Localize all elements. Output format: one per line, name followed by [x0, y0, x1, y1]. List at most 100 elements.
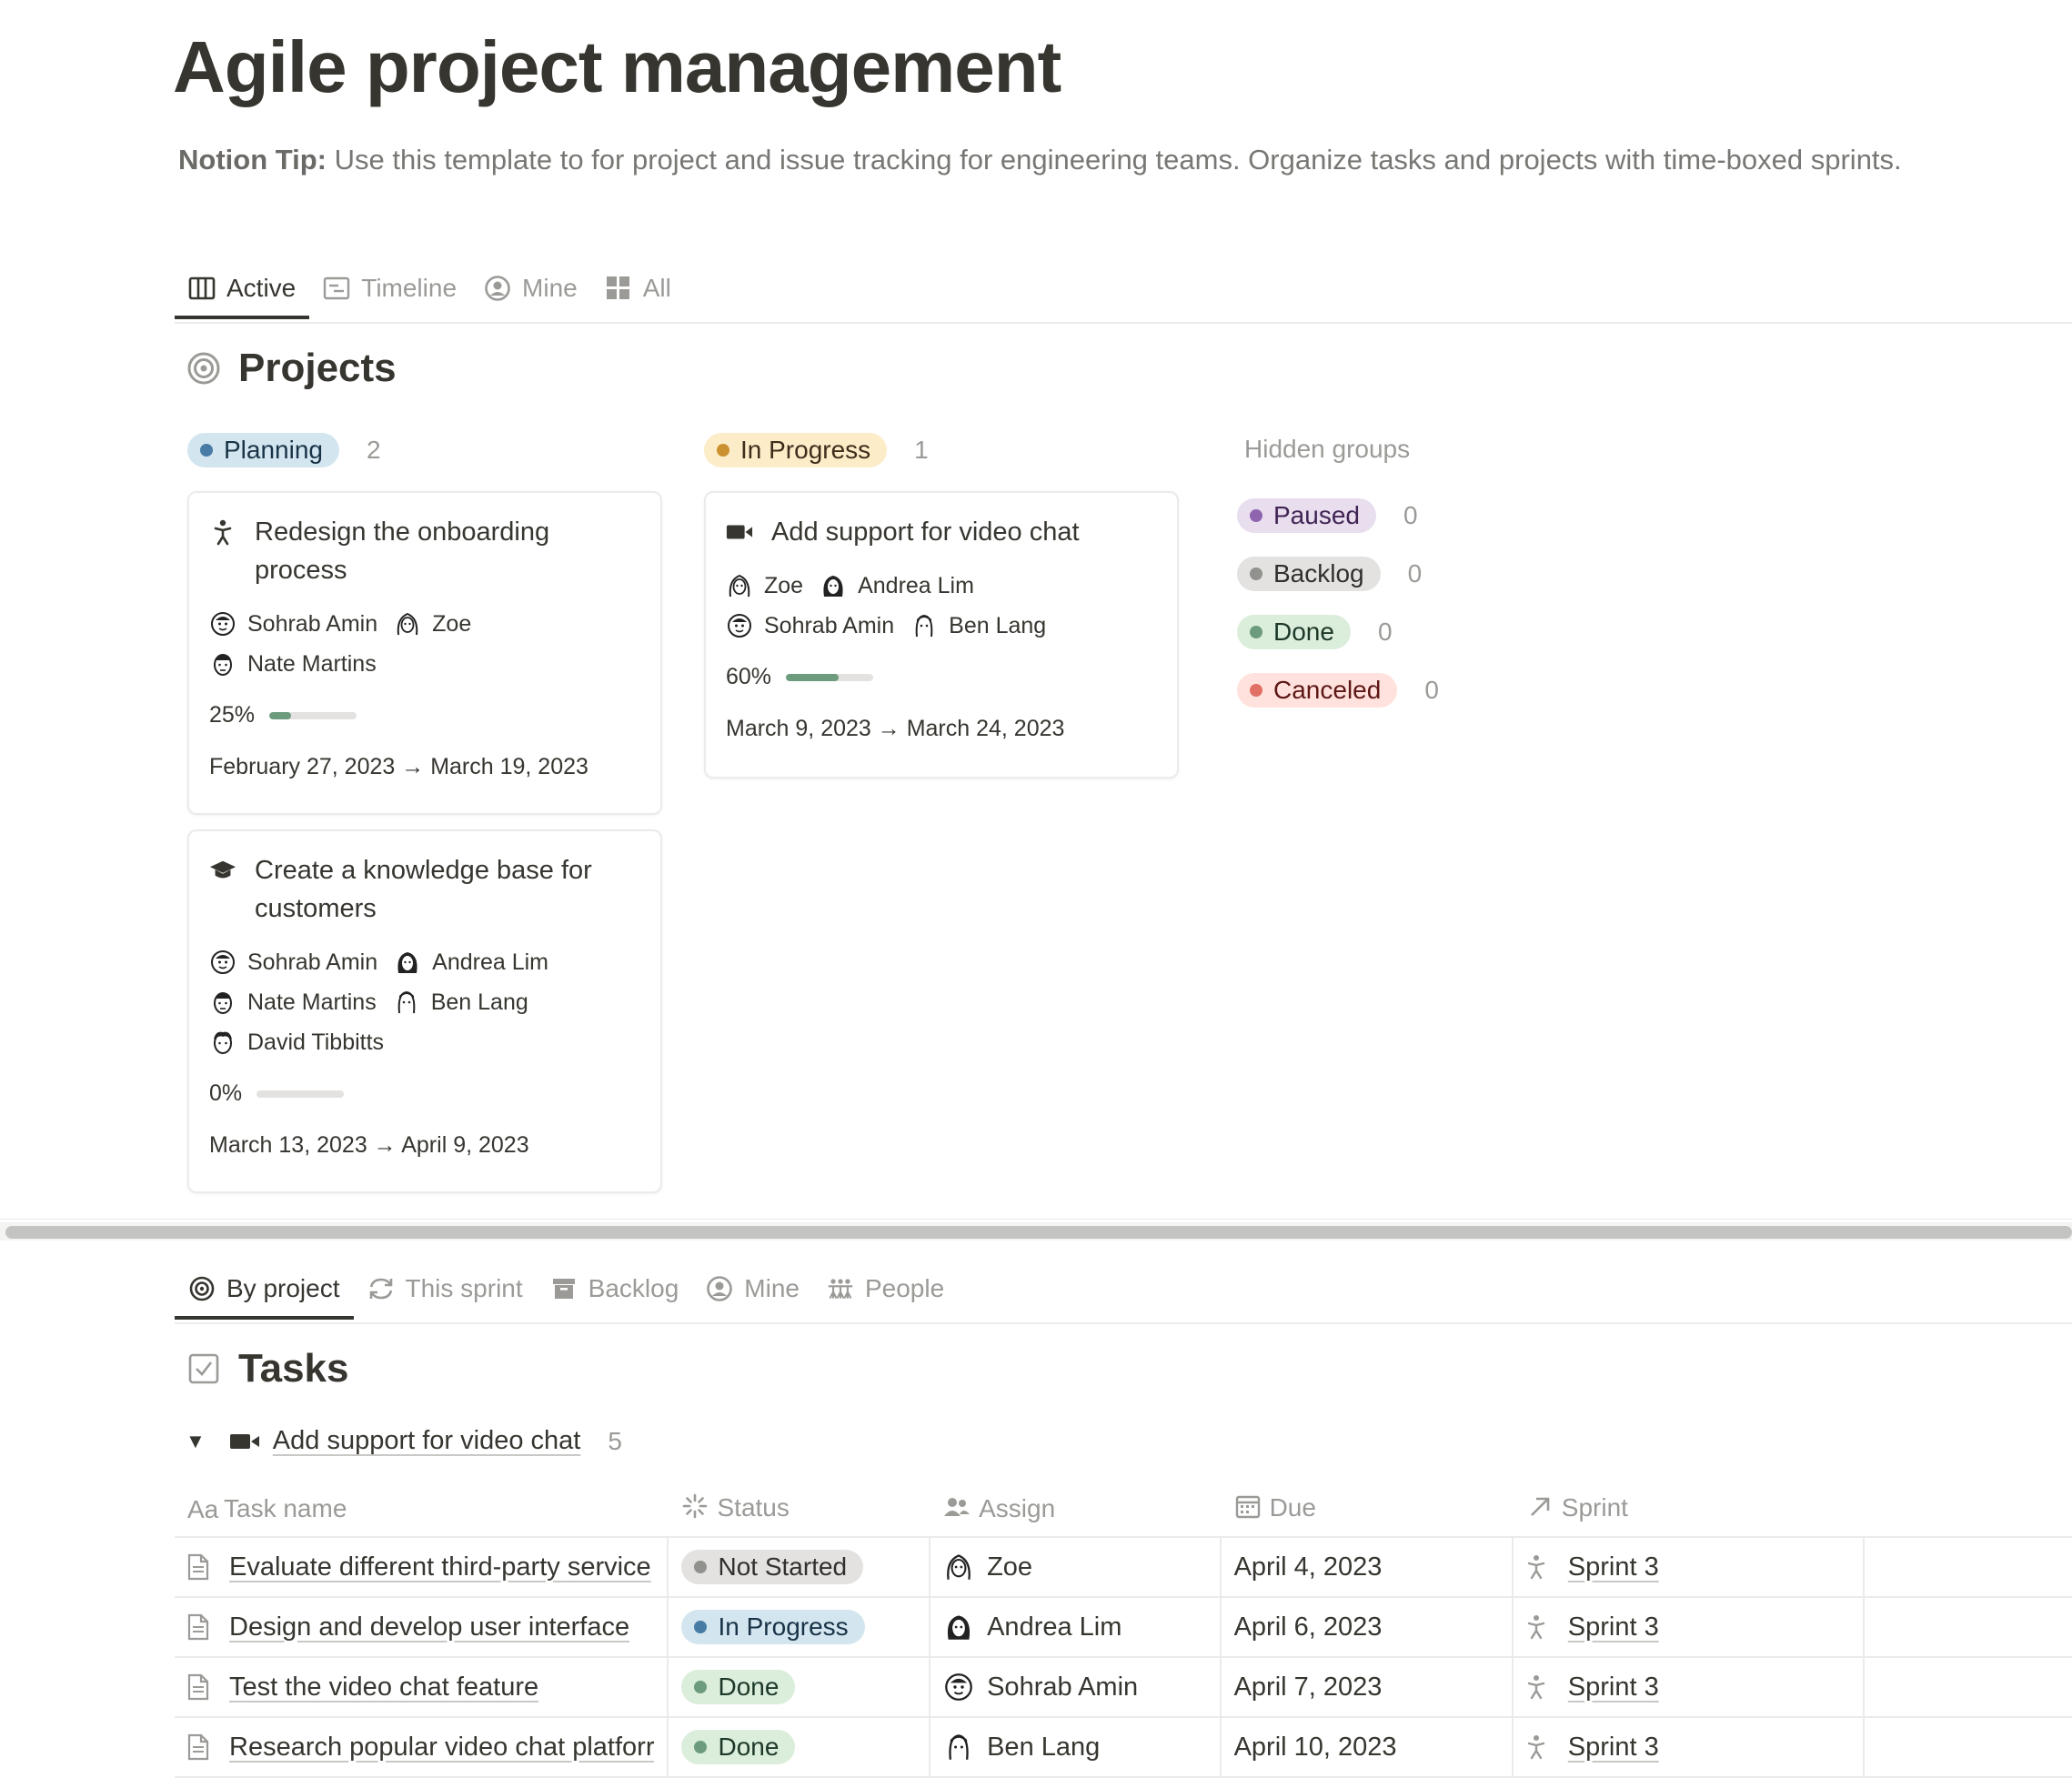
assign-cell[interactable]: Andrea Lim — [930, 1597, 1222, 1658]
person-chip: Andrea Lim — [394, 942, 548, 982]
sprint-cell[interactable]: Sprint 3 — [1512, 1537, 1866, 1598]
table-header-row: Aa Task name Status Assign Due Sprint — [175, 1482, 2072, 1538]
sprint-link[interactable]: Sprint 3 — [1568, 1672, 1659, 1703]
progress: 25% — [209, 702, 640, 728]
section-divider — [0, 1219, 2072, 1220]
assign-cell[interactable]: Zoe — [930, 1537, 1222, 1598]
group-header-planning[interactable]: Planning 2 — [187, 433, 381, 467]
progress-label: 0% — [209, 1080, 243, 1106]
group-count: 1 — [914, 436, 929, 464]
person-name: Zoe — [432, 611, 472, 637]
project-card[interactable]: Create a knowledge base for customers So… — [187, 829, 662, 1193]
task-name-cell[interactable]: Design and develop user interface — [175, 1597, 669, 1658]
status-cell[interactable]: Not Started — [668, 1537, 931, 1598]
due-date: April 6, 2023 — [1233, 1612, 1383, 1642]
tab-label: By project — [226, 1274, 340, 1302]
assign-cell[interactable]: Sohrab Amin — [930, 1657, 1222, 1718]
task-name-cell[interactable]: Research popular video chat platforr — [175, 1717, 669, 1778]
tab-by-project[interactable]: By project — [175, 1261, 354, 1320]
sprint-link[interactable]: Sprint 3 — [1568, 1733, 1659, 1763]
tasks-table: Aa Task name Status Assign Due Sprint Eva… — [175, 1482, 2072, 1778]
due-cell[interactable]: April 7, 2023 — [1220, 1657, 1514, 1718]
table-row[interactable]: Research popular video chat platforr Don… — [175, 1717, 2072, 1778]
tab-mine[interactable]: Mine — [470, 260, 591, 316]
tab-timeline[interactable]: Timeline — [309, 260, 470, 316]
sprint-link[interactable]: Sprint 3 — [1568, 1612, 1659, 1642]
scrollbar-thumb[interactable] — [5, 1226, 2072, 1239]
task-name-cell[interactable]: Evaluate different third-party service — [175, 1537, 669, 1598]
status-dot — [694, 1561, 708, 1573]
task-name[interactable]: Research popular video chat platforr — [229, 1733, 654, 1763]
tab-active[interactable]: Active — [175, 260, 310, 319]
card-title: Create a knowledge base for customers — [255, 856, 592, 923]
sprint-link[interactable]: Sprint 3 — [1568, 1552, 1659, 1582]
people-icon — [942, 1495, 971, 1524]
status-cell[interactable]: In Progress — [668, 1597, 931, 1658]
column-header-assign[interactable]: Assign — [930, 1482, 1221, 1538]
hidden-group-canceled[interactable]: Canceled 0 — [1237, 673, 1439, 708]
column-header-due[interactable]: Due — [1220, 1482, 1513, 1538]
hidden-group-paused[interactable]: Paused 0 — [1237, 498, 1418, 533]
user-circle-icon — [484, 275, 511, 302]
progress: 0% — [209, 1080, 640, 1107]
group-header-in-progress[interactable]: In Progress 1 — [704, 433, 929, 467]
avatar — [209, 949, 236, 976]
status-pill: Done — [681, 1730, 796, 1764]
group-count: 0 — [1407, 559, 1423, 588]
tab-all[interactable]: All — [591, 260, 685, 316]
task-group-count: 5 — [608, 1426, 622, 1455]
table-row[interactable]: Design and develop user interface In Pro… — [175, 1597, 2072, 1658]
document-icon — [187, 1613, 215, 1641]
person-chip: David Tibbitts — [209, 1022, 384, 1062]
person-name: Andrea Lim — [858, 573, 974, 598]
tab-divider — [175, 1322, 2072, 1324]
tab-this-sprint[interactable]: This sprint — [354, 1261, 537, 1317]
person-name: Ben Lang — [949, 613, 1047, 638]
sprint-cell[interactable]: Sprint 3 — [1512, 1597, 1866, 1658]
avatar — [726, 612, 753, 639]
person-name: Zoe — [764, 573, 804, 598]
assign-cell[interactable]: Ben Lang — [930, 1717, 1222, 1778]
document-icon — [187, 1733, 215, 1761]
due-cell[interactable]: April 4, 2023 — [1220, 1537, 1514, 1598]
tab-backlog[interactable]: Backlog — [537, 1261, 693, 1317]
sprint-cell[interactable]: Sprint 3 — [1512, 1657, 1866, 1718]
due-date: April 4, 2023 — [1233, 1552, 1383, 1582]
status-cell[interactable]: Done — [668, 1717, 931, 1778]
due-date: April 7, 2023 — [1233, 1672, 1383, 1702]
project-card[interactable]: Redesign the onboarding process Sohrab A… — [187, 491, 662, 815]
project-card[interactable]: Add support for video chat Zoe Andrea Li… — [704, 491, 1179, 778]
progress-bar — [269, 711, 357, 719]
status-cell[interactable]: Done — [668, 1657, 931, 1718]
column-label: Task name — [224, 1493, 347, 1522]
status-pill: In Progress — [681, 1610, 865, 1644]
table-row[interactable]: Evaluate different third-party service N… — [175, 1537, 2072, 1598]
card-people: Sohrab Amin Zoe Nate Martins — [209, 604, 640, 684]
task-name[interactable]: Test the video chat feature — [229, 1672, 538, 1703]
column-header-sprint[interactable]: Sprint — [1512, 1482, 1865, 1538]
sprint-cell[interactable]: Sprint 3 — [1512, 1717, 1866, 1778]
column-label: Due — [1269, 1492, 1316, 1522]
column-header-task-name[interactable]: Aa Task name — [175, 1482, 669, 1538]
task-group-header[interactable]: ▼ Add support for video chat 5 — [186, 1426, 622, 1456]
collapse-caret-icon[interactable]: ▼ — [186, 1430, 206, 1453]
task-group-name[interactable]: Add support for video chat — [273, 1426, 581, 1456]
due-cell[interactable]: April 10, 2023 — [1220, 1717, 1514, 1778]
hidden-group-backlog[interactable]: Backlog 0 — [1237, 557, 1422, 591]
tab-people[interactable]: People — [813, 1261, 958, 1317]
page-title: Agile project management — [173, 26, 1061, 107]
horizontal-scrollbar[interactable] — [0, 1222, 2072, 1241]
progress-fill — [786, 673, 839, 681]
hidden-group-done[interactable]: Done 0 — [1237, 615, 1393, 649]
due-cell[interactable]: April 6, 2023 — [1220, 1597, 1514, 1658]
task-name-cell[interactable]: Test the video chat feature — [175, 1657, 669, 1718]
column-header-status[interactable]: Status — [668, 1482, 930, 1538]
status-dot — [694, 1621, 708, 1633]
table-row[interactable]: Test the video chat feature Done Sohrab … — [175, 1657, 2072, 1718]
tab-mine-tasks[interactable]: Mine — [692, 1261, 813, 1317]
task-name[interactable]: Evaluate different third-party service — [229, 1552, 651, 1582]
task-name[interactable]: Design and develop user interface — [229, 1612, 629, 1642]
column-label: Sprint — [1561, 1493, 1628, 1522]
sprint-person-icon — [1526, 1554, 1554, 1580]
avatar — [943, 1732, 974, 1763]
